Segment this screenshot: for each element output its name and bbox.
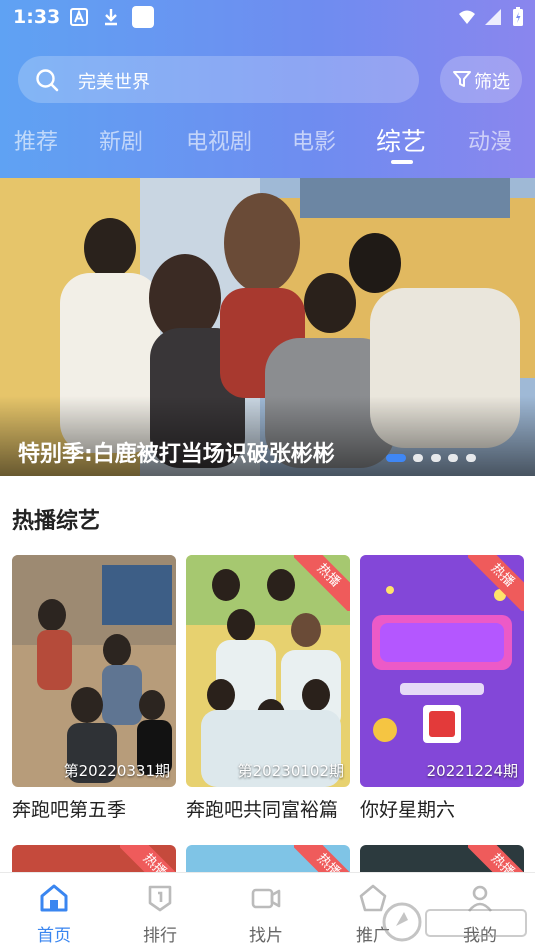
hot-badge-label: 热播 xyxy=(294,845,350,875)
search-icon xyxy=(36,69,59,92)
hot-badge: 热播 xyxy=(120,845,176,875)
tab-new-drama[interactable]: 新剧 xyxy=(99,124,143,156)
hot-badge: 热播 xyxy=(468,845,524,875)
carousel-dot-5[interactable] xyxy=(466,454,476,462)
hot-badge: 热播 xyxy=(468,555,524,611)
carousel-dot-4[interactable] xyxy=(448,454,458,462)
video-icon xyxy=(251,888,281,909)
nav-home[interactable]: 首页 xyxy=(19,883,89,946)
card-title: 奔跑吧第五季 xyxy=(12,799,127,821)
hot-badge-label: 热播 xyxy=(468,555,524,611)
carousel-dot-2[interactable] xyxy=(413,454,423,462)
tab-anime[interactable]: 动漫 xyxy=(468,124,512,156)
show-card-6-preview[interactable]: 热播 xyxy=(360,845,524,875)
tab-variety[interactable]: 综艺 xyxy=(376,122,426,158)
filter-button[interactable]: 筛选 xyxy=(440,56,522,103)
status-bar: 1:33 xyxy=(0,0,535,36)
carousel-dots xyxy=(386,454,486,464)
hot-badge-label: 热播 xyxy=(120,845,176,875)
carousel-dot-3[interactable] xyxy=(431,454,441,462)
poster-image: 热播 20221224期 xyxy=(360,555,524,787)
episode-label: 第20230102期 xyxy=(237,762,344,780)
banner-title: 特别季:白鹿被打当场识破张彬彬 xyxy=(18,442,335,467)
font-app-icon xyxy=(70,8,88,26)
search-bar[interactable]: 完美世界 xyxy=(18,56,419,103)
hot-badge: 热播 xyxy=(294,555,350,611)
nav-find-label: 找片 xyxy=(249,926,283,946)
battery-icon xyxy=(513,7,523,26)
show-card-4-preview[interactable]: 热播 xyxy=(12,845,176,875)
tab-indicator xyxy=(391,160,413,164)
home-icon xyxy=(40,884,68,912)
header: 1:33 完美世界 筛选 推荐 新剧 电视剧 电影 综艺 动漫 xyxy=(0,0,535,178)
hot-badge-label: 热播 xyxy=(468,845,524,875)
poster-image: 热播 第20230102期 xyxy=(186,555,350,787)
filter-icon xyxy=(453,71,471,87)
episode-label: 第20220331期 xyxy=(63,762,170,780)
poster-image: 第20220331期 xyxy=(12,555,176,787)
search-placeholder: 完美世界 xyxy=(78,72,150,93)
watermark-logo xyxy=(382,902,527,942)
app-root: 1:33 完美世界 筛选 推荐 新剧 电视剧 电影 综艺 动漫 特别季:白鹿被打… xyxy=(0,0,535,952)
hot-badge-label: 热播 xyxy=(294,555,350,611)
tab-tv-series[interactable]: 电视剧 xyxy=(186,124,252,156)
section-title: 热播综艺 xyxy=(12,509,101,534)
hot-badge: 热播 xyxy=(294,845,350,875)
signal-icon xyxy=(485,9,501,25)
poster-art-1 xyxy=(12,555,176,787)
category-tabs: 推荐 新剧 电视剧 电影 综艺 动漫 xyxy=(0,120,535,170)
wifi-icon xyxy=(459,10,475,24)
episode-label: 20221224期 xyxy=(426,762,518,780)
nav-rank-label: 排行 xyxy=(143,926,177,946)
rank-icon xyxy=(148,885,172,912)
show-card-5-preview[interactable]: 热播 xyxy=(186,845,350,875)
tab-movie[interactable]: 电影 xyxy=(292,124,336,156)
card-title: 奔跑吧共同富裕篇 xyxy=(186,799,339,821)
nav-home-label: 首页 xyxy=(37,926,71,946)
download-icon xyxy=(105,9,117,26)
nav-find[interactable]: 找片 xyxy=(231,883,301,946)
card-title: 你好星期六 xyxy=(360,799,456,821)
app-square-icon xyxy=(132,6,154,28)
banner-carousel[interactable]: 特别季:白鹿被打当场识破张彬彬 xyxy=(0,178,535,476)
tab-recommend[interactable]: 推荐 xyxy=(14,124,58,156)
status-time: 1:33 xyxy=(13,6,61,28)
nav-rank[interactable]: 排行 xyxy=(125,883,195,946)
filter-label: 筛选 xyxy=(474,72,510,93)
carousel-dot-1[interactable] xyxy=(386,454,406,462)
